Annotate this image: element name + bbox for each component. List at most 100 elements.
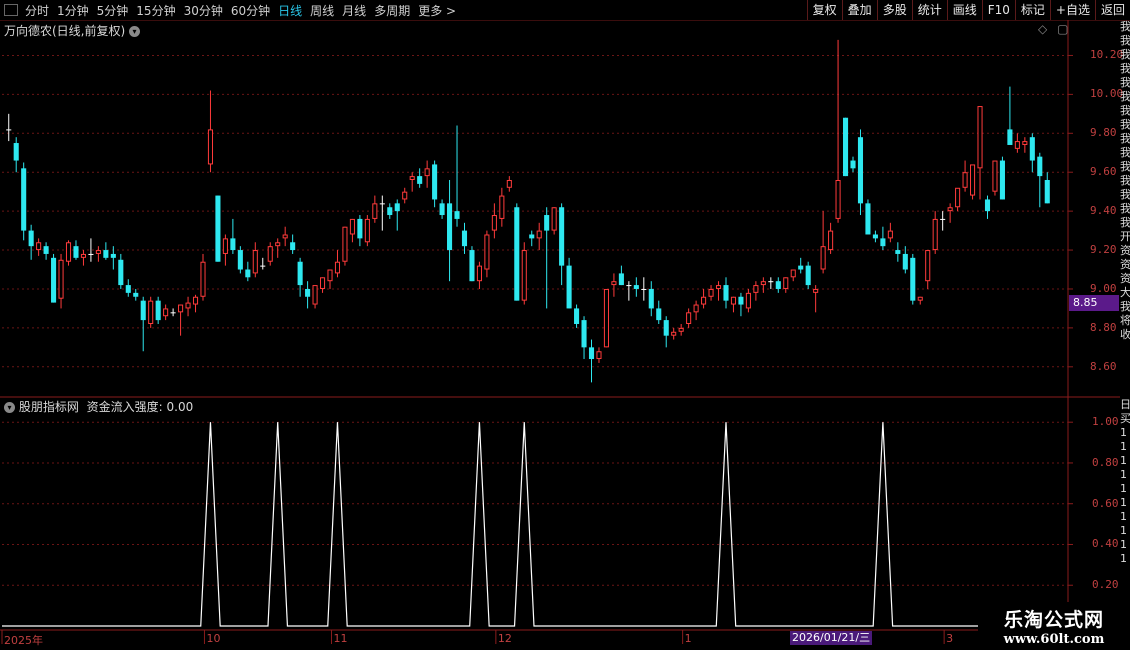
candle-body-flat (260, 265, 266, 267)
candle-body-up (932, 218, 938, 251)
candle-body-flat (379, 203, 385, 205)
strip-char: 1 (1120, 510, 1127, 523)
candle-body-down (880, 238, 886, 247)
strip-char: 我 (1120, 132, 1130, 145)
candle-body-down (805, 265, 811, 286)
candle-body-up (491, 215, 497, 231)
candle-body-down (51, 257, 57, 303)
candle-body-down (514, 207, 520, 301)
candle-body-down (439, 203, 445, 216)
chevron-down-icon[interactable]: ▾ (4, 402, 15, 413)
candle-body-up (715, 285, 722, 289)
candle-body-down (559, 207, 565, 266)
candle-body-up (148, 300, 154, 325)
candle-body-up (521, 250, 527, 301)
candle-body-up (992, 160, 998, 192)
candle-body-up (887, 230, 893, 239)
candle-body-down (738, 296, 744, 305)
candle-body-up (342, 226, 348, 262)
strip-char: 将 (1120, 314, 1130, 327)
strip-char: 1 (1120, 426, 1127, 439)
metric-value: 0.00 (166, 400, 194, 414)
candle-body-up (409, 176, 415, 181)
strip-char: 我 (1120, 146, 1130, 159)
candle-body-up (536, 230, 542, 239)
watermark-url: www.60lt.com (1003, 632, 1105, 647)
candle-body-down (140, 300, 146, 321)
watermark: 乐淘公式网 www.60lt.com (978, 602, 1130, 650)
candle-body-up (678, 327, 684, 332)
date-cursor: 2026/01/21/三 (790, 631, 873, 645)
candle-body-down (230, 238, 236, 251)
candle-body-down (895, 250, 901, 254)
strip-char: 我 (1120, 90, 1130, 103)
candle-body-up (372, 203, 378, 219)
price-tick-label: 10.00 (1090, 87, 1124, 101)
date-label: 11 (333, 632, 348, 645)
date-label: 12 (497, 632, 512, 645)
candle-body-down (73, 246, 79, 258)
price-tick-label: 9.20 (1090, 243, 1117, 257)
candle-body-down (133, 292, 139, 297)
strip-char: 我 (1120, 48, 1130, 61)
candle-body-up (790, 269, 796, 278)
strip-char: 收 (1120, 328, 1130, 341)
candle-body-up (207, 129, 214, 165)
strip-char: 我 (1120, 174, 1130, 187)
candle-body-down (1007, 129, 1013, 145)
candle-body-down (215, 195, 221, 262)
price-tick-label: 9.80 (1090, 126, 1117, 140)
candle-body-down (842, 117, 849, 177)
candle-body-down (865, 203, 871, 235)
candle-body-up (327, 269, 333, 282)
candle-body-down (850, 160, 856, 169)
candle-body-up (334, 261, 341, 274)
candle-body-down (648, 288, 654, 309)
candle-body-up (402, 191, 408, 200)
candle-body-down (663, 320, 669, 336)
candle-body-up (476, 265, 482, 282)
candle-body-up (686, 312, 692, 324)
strip-char: 我 (1120, 202, 1130, 215)
candle-body-up (596, 351, 602, 360)
candle-body-up (185, 302, 191, 309)
strip-char: 我 (1120, 118, 1130, 131)
candle-body-down (775, 281, 781, 289)
candle-body-down (798, 265, 804, 270)
indicator-info-strip: 日买1111111111 (1120, 398, 1130, 628)
candle-body-down (432, 164, 438, 200)
metric-label: 资金流入强度: (86, 400, 163, 414)
candle-body-down (237, 250, 243, 270)
candle-body-down (999, 160, 1005, 200)
price-tick-label: 9.60 (1090, 165, 1117, 179)
candle-body-up (753, 285, 759, 293)
candle-body-down (21, 168, 27, 231)
candle-body-up (506, 180, 512, 188)
strip-char: 资 (1120, 258, 1130, 271)
strip-char: 买 (1120, 412, 1130, 425)
candle-body-up (708, 288, 714, 297)
candle-body-flat (626, 285, 632, 287)
chart-canvas[interactable] (0, 0, 1130, 650)
candle-body-down (566, 265, 572, 309)
candle-body-down (529, 234, 535, 239)
candle-body-down (984, 199, 991, 212)
candle-body-up (745, 292, 751, 309)
strip-char: 1 (1120, 454, 1127, 467)
candle-body-up (36, 242, 42, 251)
candle-body-down (857, 137, 864, 204)
candle-body-up (1022, 141, 1028, 145)
candle-body-down (447, 203, 453, 251)
date-label: 1 (684, 632, 692, 645)
candle-body-up (551, 207, 557, 231)
candle-body-up (955, 187, 961, 208)
candle-body-down (297, 261, 303, 286)
candle-body-up (828, 230, 834, 251)
candle-body-up (671, 331, 677, 336)
candle-body-down (618, 273, 624, 286)
price-tick-label: 9.40 (1090, 204, 1117, 218)
candle-body-flat (768, 281, 774, 283)
candle-body-up (424, 168, 430, 177)
candle-body-up (80, 253, 86, 258)
indicator-name[interactable]: 股朋指标网 (19, 400, 79, 414)
